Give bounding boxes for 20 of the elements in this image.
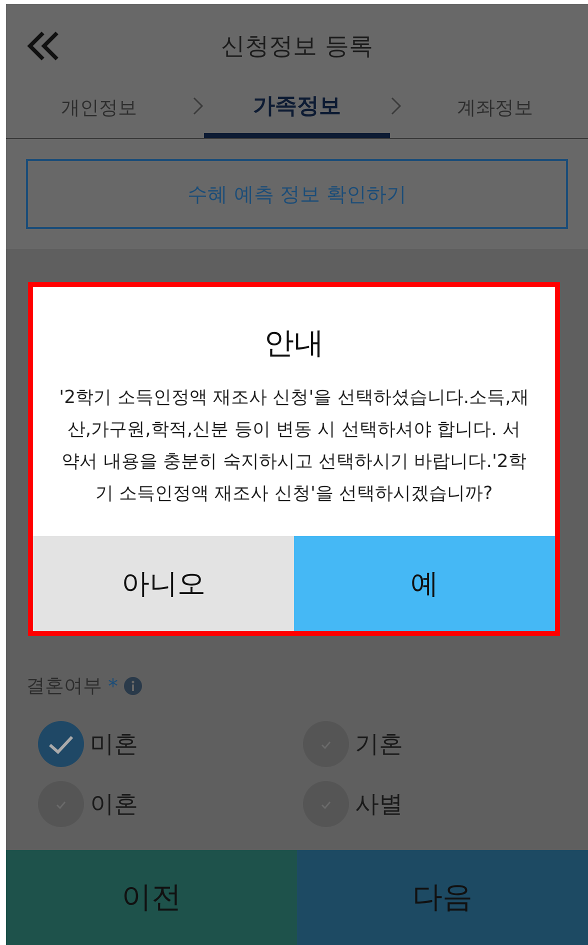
required-mark: *	[108, 674, 118, 698]
chevron-icon	[192, 96, 204, 116]
step-tab[interactable]: 개인정보	[6, 95, 192, 138]
benefit-check-button[interactable]: 수혜 예측 정보 확인하기	[26, 159, 568, 229]
yes-button[interactable]: 예	[294, 536, 555, 631]
radio-label: 미혼	[90, 729, 138, 760]
step-tab[interactable]: 가족정보	[204, 91, 390, 138]
step-tab[interactable]: 계좌정보	[402, 95, 588, 138]
next-button[interactable]: 다음	[297, 850, 588, 945]
radio-label: 기혼	[355, 729, 403, 760]
page-title: 신청정보 등록	[221, 31, 373, 62]
info-icon[interactable]	[124, 677, 142, 695]
radio-label: 사별	[355, 789, 403, 820]
chevron-icon	[390, 96, 402, 116]
radio-label: 이혼	[90, 789, 138, 820]
dialog-message: '2학기 소득인정액 재조사 신청'을 선택하셨습니다.소득,재산,가구원,학적,신분 등이 변동 시 선택하셔야 합니다. 서약서 내용을 충분히 숙지하시고 선택하시기 바랍니다.'2학기 소득인정액 재조사 신청'을 선택하시겠습니까?	[58, 386, 530, 506]
previous-button[interactable]: 이전	[6, 850, 297, 945]
dialog-title: 안내	[263, 325, 325, 363]
radio-button[interactable]	[38, 721, 84, 767]
no-button[interactable]: 아니오	[33, 536, 294, 631]
